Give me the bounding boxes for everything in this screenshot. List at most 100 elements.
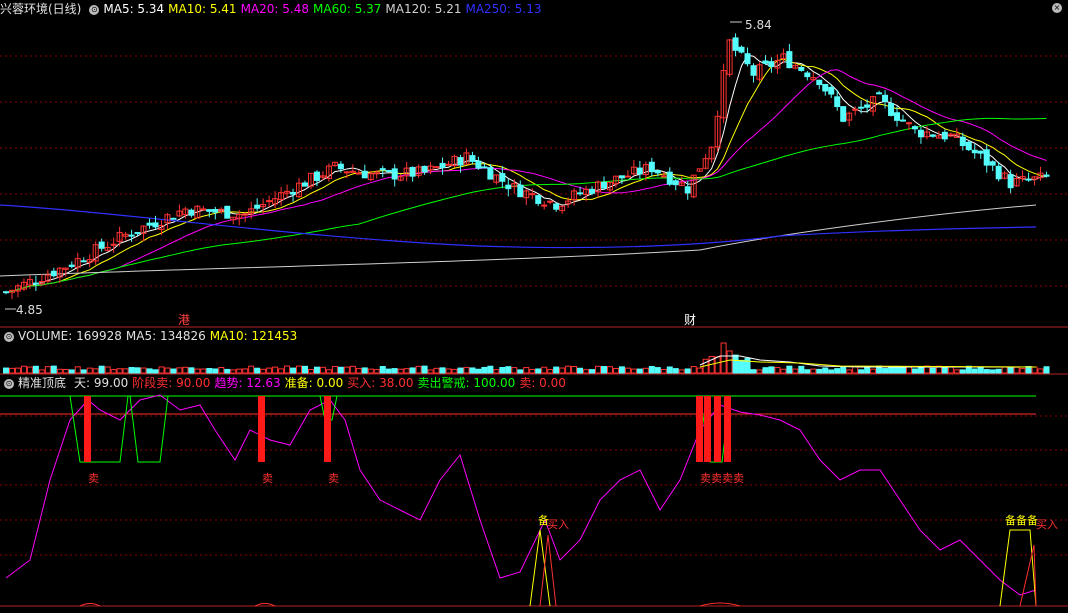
candle-body (624, 175, 631, 178)
volume-bar (1019, 368, 1026, 374)
candle-body (242, 213, 249, 216)
close-icon[interactable]: × (1052, 3, 1062, 13)
candle-body (840, 106, 847, 122)
settings-toggle-icon[interactable]: ⊙ (89, 4, 100, 15)
volume-bar (74, 366, 81, 374)
volume-bar (373, 369, 380, 374)
candle-body (1019, 176, 1026, 180)
buy-pulse (1019, 544, 1037, 607)
candle-body (302, 182, 308, 187)
volume-bar (541, 366, 548, 374)
candle-body (654, 170, 661, 174)
volume-bar (397, 368, 404, 374)
candle-body (1037, 172, 1044, 179)
volume-bar (523, 367, 530, 374)
volume-bar (744, 357, 751, 374)
candle-body (738, 46, 745, 53)
volume-bar (804, 369, 811, 374)
sell-signal-bar (696, 396, 703, 462)
volume-bar (606, 366, 613, 374)
candle-body (642, 164, 649, 176)
candle-body (343, 171, 350, 174)
candle-body (361, 170, 368, 179)
candle-body (224, 205, 231, 219)
volume-header: ⊙ VOLUME: 169928 MA5: 134826 MA10: 121453 (0, 328, 305, 344)
volume-bar (601, 366, 607, 374)
candle-body (122, 233, 129, 237)
volume-bar (457, 367, 464, 374)
volume-bar (678, 369, 685, 374)
candle-body (612, 175, 619, 185)
candle-body (828, 86, 835, 95)
candle-body (367, 173, 374, 181)
candle-body (182, 208, 189, 216)
prepare-pulse (529, 529, 551, 607)
candle-body (935, 135, 942, 139)
candle-body (373, 171, 380, 175)
indicator-legend-item-6: 卖: 0.00 (519, 376, 566, 390)
sell-signal-bar (258, 396, 265, 462)
volume-bar (571, 365, 578, 374)
sell-label: 卖 (88, 472, 99, 485)
volume-bar (630, 368, 637, 374)
volume-bar (708, 355, 715, 374)
volume-bar (876, 365, 883, 374)
candle-body (547, 200, 554, 203)
candle-body (385, 170, 392, 173)
volume-bar (433, 367, 440, 374)
volume-bar (421, 365, 428, 374)
volume-bar (152, 369, 159, 374)
ma-legend-item-2: MA20: 5.48 (240, 2, 309, 16)
volume-bar (589, 369, 596, 374)
volume-bar (935, 365, 942, 374)
volume-bar (511, 367, 518, 374)
volume-bar (738, 359, 745, 374)
volume-bar (888, 366, 895, 374)
candle-body (200, 208, 207, 211)
volume-bar (14, 367, 21, 374)
volume-bar (786, 365, 793, 374)
candle-body (110, 243, 117, 246)
indicator-toggle-icon[interactable]: ⊙ (4, 378, 14, 389)
indicator-legend-item-2: 趋势: 12.63 (214, 376, 281, 390)
candle-body (50, 270, 57, 277)
volume-bar (284, 365, 291, 374)
candle-body (768, 61, 775, 67)
candle-body (260, 203, 267, 208)
volume-bar (923, 365, 930, 374)
candlesticks (3, 33, 1050, 300)
candle-body (690, 174, 697, 198)
volume-bar (1025, 365, 1032, 374)
volume-bar (8, 367, 15, 374)
candle-body (535, 195, 542, 204)
candle-body (505, 184, 512, 190)
candle-body (218, 208, 225, 212)
candle-body (888, 103, 895, 116)
price-low-label: 4.85 (16, 303, 43, 317)
volume-bar (852, 365, 859, 374)
volume-legend-item-2: MA10: 121453 (209, 329, 298, 343)
volume-bar (361, 367, 368, 374)
candle-body (170, 217, 177, 220)
candle-body (965, 141, 972, 151)
volume-bar (911, 368, 918, 374)
volume-bar (98, 365, 105, 374)
volume-bar (158, 366, 165, 374)
volume-bar (583, 369, 590, 374)
volume-toggle-icon[interactable]: ⊙ (4, 331, 14, 342)
volume-bar (493, 369, 500, 374)
window-title: 兴蓉环境(日线) (0, 2, 82, 16)
candle-body (1013, 178, 1020, 187)
volume-bars (3, 342, 1050, 374)
volume-bar (714, 356, 721, 374)
volume-bar (26, 366, 33, 374)
volume-bar (684, 368, 691, 374)
volume-bar (475, 368, 482, 374)
candle-body (989, 161, 996, 166)
candle-body (630, 166, 637, 175)
volume-bar (170, 368, 177, 374)
volume-bar (38, 369, 45, 374)
candle-body (672, 180, 679, 186)
volume-bar (50, 365, 57, 374)
chart-canvas[interactable]: 5.844.85港 财卖卖卖卖卖卖卖备买入 备备备买入 (0, 0, 1068, 613)
